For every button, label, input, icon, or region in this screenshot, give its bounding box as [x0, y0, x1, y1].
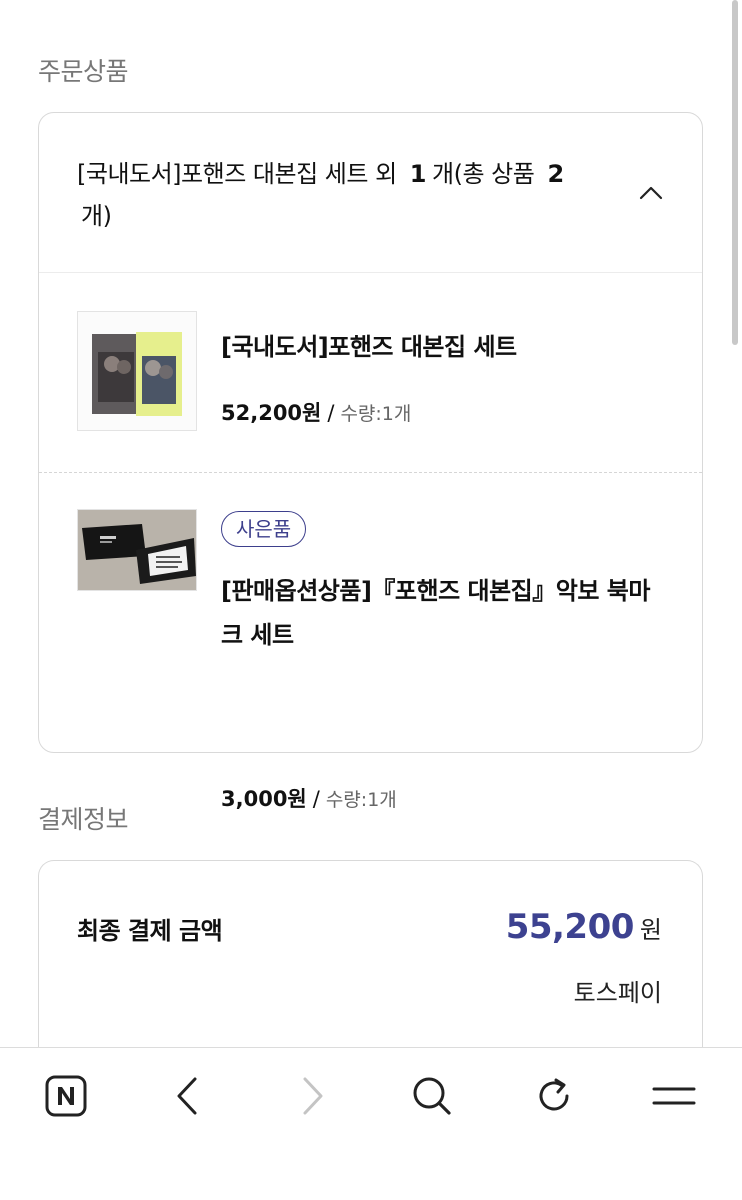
menu-button[interactable] — [644, 1068, 704, 1124]
back-button[interactable] — [158, 1068, 218, 1124]
bookmark-set-image — [78, 510, 196, 590]
final-amount: 55,200 원 — [506, 907, 662, 947]
price-row: 3,000원 / 수량:1개 — [221, 783, 397, 813]
order-products-card: [국내도서]포핸즈 대본집 세트 외 1 개(총 상품 2 개) [국내도서]포핸… — [38, 112, 703, 811]
order-summary-header[interactable]: [국내도서]포핸즈 대본집 세트 외 1 개(총 상품 2 개) — [39, 113, 702, 273]
product-thumbnail[interactable] — [77, 509, 197, 591]
summary-mid: 개(총 상품 — [432, 160, 535, 188]
product-quantity: 수량:1개 — [340, 403, 412, 425]
separator: / — [312, 787, 320, 811]
separator: / — [327, 401, 335, 425]
list-item: 사은품 [판매옵션상품]『포핸즈 대본집』악보 북마크 세트 3,000원 / 수량… — [39, 473, 702, 811]
currency-unit: 원 — [639, 916, 662, 944]
summary-total-count: 2 — [547, 160, 564, 188]
summary-prefix: [국내도서]포핸즈 대본집 세트 외 — [77, 160, 397, 188]
search-icon — [413, 1077, 451, 1115]
gift-badge: 사은품 — [221, 511, 307, 547]
order-summary-text: [국내도서]포핸즈 대본집 세트 외 1 개(총 상품 2 개) — [77, 153, 617, 237]
payment-method: 토스페이 — [573, 979, 662, 1007]
browser-bottom-toolbar — [0, 1047, 742, 1200]
payment-info-card: 최종 결제 금액 55,200 원 토스페이 — [38, 860, 703, 1060]
product-price: 3,000원 — [221, 787, 307, 811]
menu-icon — [652, 1087, 696, 1105]
summary-suffix: 개) — [81, 202, 112, 230]
forward-icon — [303, 1077, 323, 1115]
product-name[interactable]: [국내도서]포핸즈 대본집 세트 — [221, 325, 671, 369]
product-thumbnail[interactable] — [77, 311, 197, 431]
forward-button[interactable] — [282, 1068, 342, 1124]
price-row: 52,200원 / 수량:1개 — [221, 397, 411, 427]
refresh-icon — [539, 1078, 569, 1111]
list-item: [국내도서]포핸즈 대본집 세트 52,200원 / 수량:1개 — [39, 273, 702, 473]
book-set-image — [78, 312, 196, 430]
payment-section-title: 결제정보 — [38, 805, 129, 834]
scrollbar[interactable] — [732, 0, 738, 345]
summary-extra-count: 1 — [409, 160, 427, 188]
order-section-title: 주문상품 — [38, 57, 129, 86]
product-price: 52,200원 — [221, 401, 322, 425]
final-amount-label: 최종 결제 금액 — [77, 917, 223, 945]
search-button[interactable] — [402, 1068, 462, 1124]
back-icon — [177, 1077, 197, 1115]
naver-home-button[interactable] — [36, 1068, 96, 1124]
final-amount-value: 55,200 — [505, 907, 635, 947]
product-name[interactable]: [판매옵션상품]『포핸즈 대본집』악보 북마크 세트 — [221, 569, 671, 657]
product-quantity: 수량:1개 — [325, 789, 397, 811]
refresh-button[interactable] — [524, 1068, 584, 1124]
naver-home-icon — [45, 1075, 87, 1117]
chevron-up-icon[interactable] — [638, 183, 664, 203]
